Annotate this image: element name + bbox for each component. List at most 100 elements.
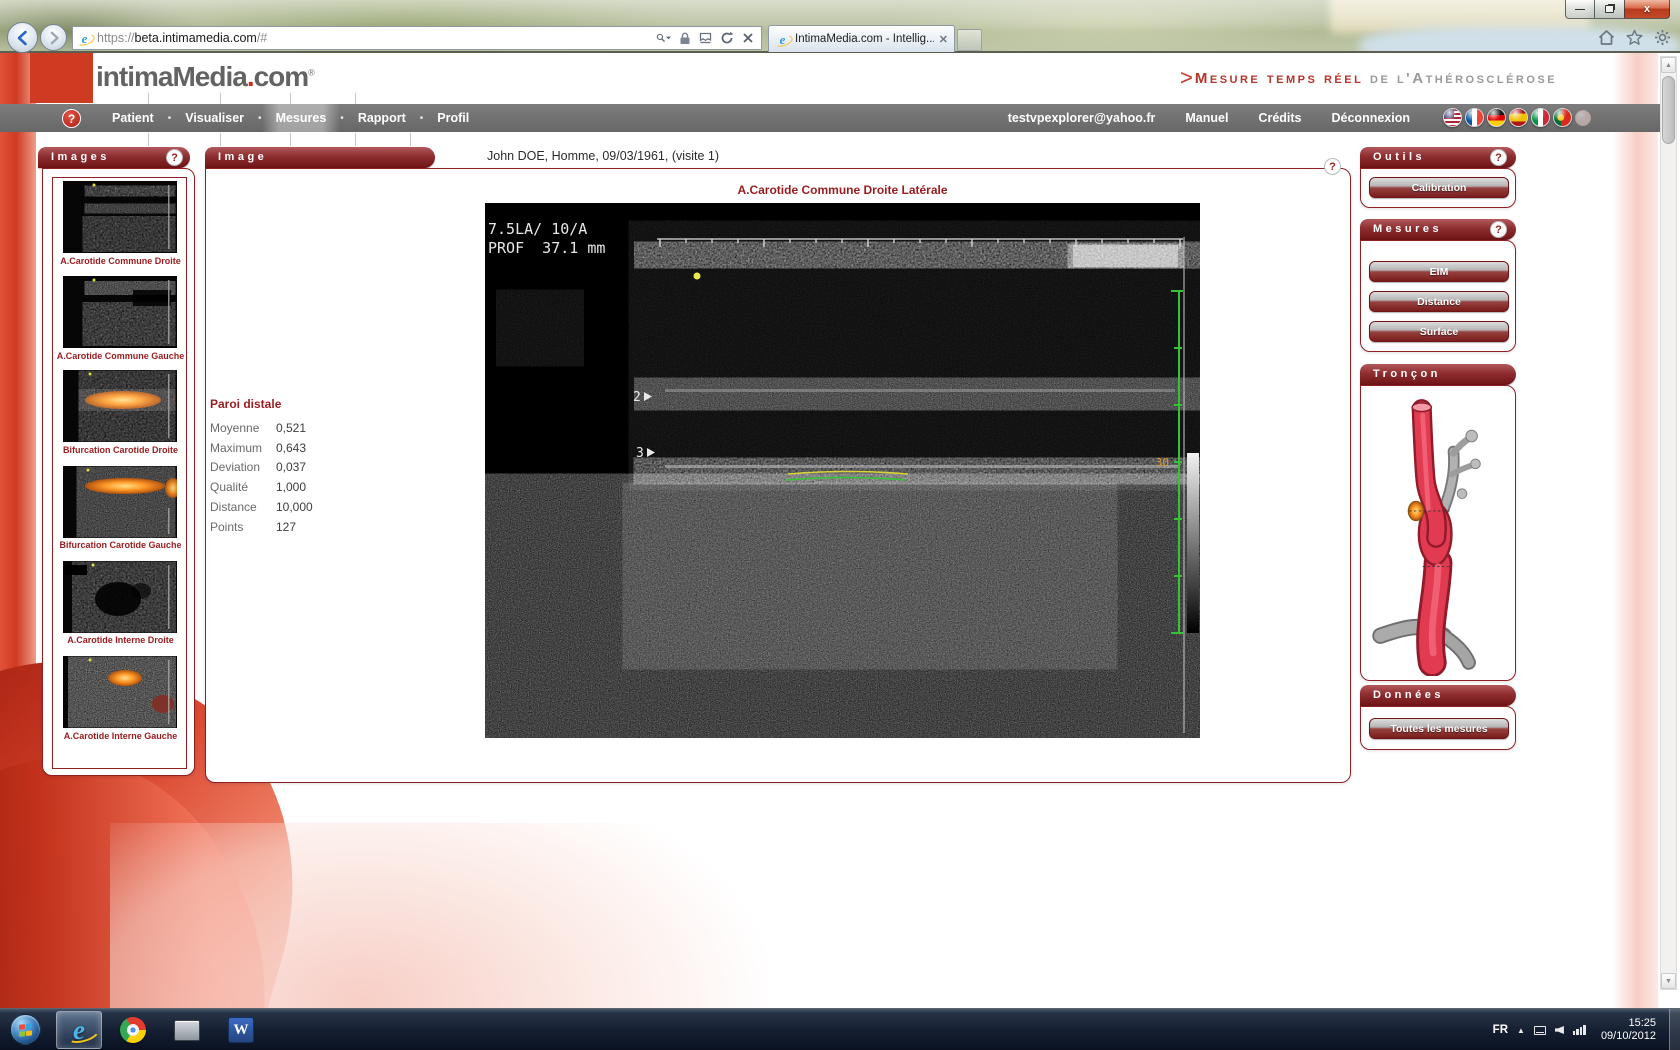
nav-item-profil[interactable]: Profil [423,104,483,132]
surface-button[interactable]: Surface [1369,321,1509,342]
tools-panel: Calibration [1360,168,1516,208]
new-tab-button[interactable] [957,29,982,51]
thumbnail-carotide-commune-droite[interactable] [63,181,177,253]
stop-icon[interactable] [740,31,755,46]
measures-help-icon[interactable]: ? [1490,221,1507,238]
distance-button[interactable]: Distance [1369,291,1509,312]
minimize-button[interactable]: — [1565,0,1595,19]
language-fr-flag[interactable] [1465,108,1484,127]
scroll-up-button[interactable]: ▲ [1661,57,1676,73]
ie-site-icon: e [77,31,92,46]
thumbnail-bifurcation-carotide-droite[interactable] [63,370,177,442]
address-bar[interactable]: e https://beta.intimamedia.com/# [72,26,762,50]
images-help-icon[interactable]: ? [166,149,183,166]
chevron-icon: > [1180,65,1193,90]
measurement-row: Moyenne0,521 [210,419,360,439]
calibration-button[interactable]: Calibration [1369,177,1509,198]
home-icon[interactable] [1598,29,1615,46]
language-us-flag[interactable] [1443,108,1462,127]
compatibility-view-icon[interactable] [698,31,713,46]
site-tagline: >Mesure temps réel de l'Athérosclérose [1180,65,1620,91]
tools-gear-icon[interactable] [1654,29,1671,46]
image-help-icon[interactable]: ? [1324,158,1341,175]
eim-button[interactable]: EIM [1369,261,1509,282]
scroll-down-button[interactable]: ▼ [1661,973,1676,989]
system-tray: FR ▲ 15:25 09/10/2012 [1493,1009,1656,1050]
ultrasound-image[interactable]: 30 7.5LA/ 10/A PROF 37.1 mm 2 3 [485,203,1200,738]
thumbnail-carotide-commune-gauche[interactable] [63,276,177,348]
scrollbar-thumb[interactable] [1662,76,1675,144]
tools-help-icon[interactable]: ? [1490,149,1507,166]
show-desktop-button[interactable] [1669,1009,1680,1050]
nav-item-rapport[interactable]: Rapport [344,104,420,132]
depth-info-text: PROF 37.1 mm [488,239,605,257]
thumbnail-list: A.Carotide Commune Droite A.Carotide Com… [52,177,187,769]
refresh-icon[interactable] [719,31,734,46]
restore-button[interactable] [1595,0,1624,19]
start-button[interactable] [10,1014,41,1045]
app-window-icon [174,1020,200,1041]
nav-tick [148,133,149,146]
network-icon[interactable] [1573,1025,1586,1035]
language-indicator[interactable]: FR [1493,1024,1508,1036]
measurement-row: Qualité1,000 [210,478,360,498]
browser-back-button[interactable] [7,22,38,53]
nav-item-patient[interactable]: Patient [98,104,168,132]
language-de-flag[interactable] [1487,108,1506,127]
measurement-row: Deviation0,037 [210,458,360,478]
troncon-panel [1360,385,1516,681]
nav-tick [290,133,291,146]
site-header: intimaMedia.com® >Mesure temps réel de l… [0,53,1680,104]
page-scrollbar[interactable]: ▲ ▼ [1660,56,1677,990]
browser-tab[interactable]: e IntimaMedia.com - Intellig... ✕ [768,25,955,52]
ie-icon: e [73,1017,85,1044]
nav-tick [220,93,221,104]
language-it-flag[interactable] [1531,108,1550,127]
taskbar-app-button[interactable] [164,1011,210,1049]
all-measures-button[interactable]: Toutes les mesures [1369,718,1509,739]
images-panel: A.Carotide Commune Droite A.Carotide Com… [42,168,195,776]
keyboard-icon[interactable] [1534,1026,1546,1035]
language-flags [1443,108,1591,127]
thumbnail-carotide-interne-gauche[interactable] [63,656,177,728]
browser-forward-button[interactable] [40,24,67,51]
nav-link-manuel[interactable]: Manuel [1185,111,1228,125]
close-button[interactable]: x [1624,0,1670,19]
nav-item-mesures[interactable]: Mesures [262,104,341,132]
nav-item-visualiser[interactable]: Visualiser [171,104,258,132]
language-pt-flag[interactable] [1553,108,1572,127]
volume-icon[interactable] [1555,1026,1564,1034]
back-arrow-icon [15,30,31,46]
thumbnail-label: A.Carotide Commune Gauche [53,351,188,361]
url-text[interactable]: https://beta.intimamedia.com/# [97,31,656,45]
nav-tick [290,93,291,104]
probe-info-text: 7.5LA/ 10/A [488,220,587,238]
carotid-artery-diagram[interactable] [1367,390,1511,676]
clock[interactable]: 15:25 09/10/2012 [1601,1017,1656,1043]
tab-close-icon[interactable]: ✕ [939,33,948,46]
thumbnail-carotide-interne-droite[interactable] [63,561,177,633]
taskbar-word-button[interactable]: W [218,1011,264,1049]
site-logo[interactable]: intimaMedia.com® [96,61,314,93]
nav-help-icon[interactable]: ? [62,109,81,128]
user-email: testvpexplorer@yahoo.fr [1008,111,1156,125]
restore-icon [1605,5,1614,13]
thumbnail-label: A.Carotide Interne Gauche [53,731,188,741]
thumbnail-label: A.Carotide Interne Droite [53,635,188,645]
nav-tick [355,133,356,146]
taskbar-ie-button[interactable]: e [56,1011,102,1049]
window-controls: — x [1565,0,1670,19]
tab-title: IntimaMedia.com - Intellig... [795,33,934,45]
depth-scale-label: 30 [1156,456,1169,469]
nav-link-deconnexion[interactable]: Déconnexion [1332,111,1411,125]
page-swoosh [110,823,770,1008]
taskbar-chrome-button[interactable] [110,1011,156,1049]
favorites-star-icon[interactable] [1626,29,1643,46]
thumbnail-label: A.Carotide Commune Droite [53,256,188,266]
show-hidden-icons-icon[interactable]: ▲ [1517,1026,1525,1035]
image-panel-tab: Image [205,147,435,168]
language-es-flag[interactable] [1509,108,1528,127]
thumbnail-bifurcation-carotide-gauche[interactable] [63,466,177,538]
search-icon[interactable] [656,31,671,46]
nav-link-credits[interactable]: Crédits [1258,111,1301,125]
